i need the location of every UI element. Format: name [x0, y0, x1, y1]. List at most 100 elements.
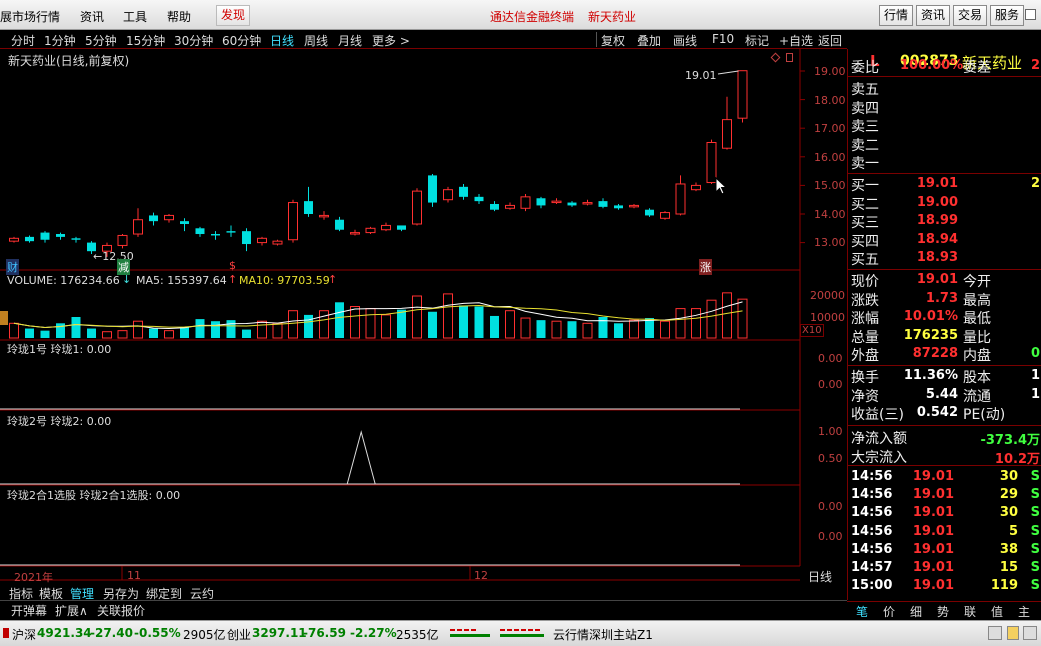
volume-bar: [428, 311, 437, 338]
period-tab[interactable]: 周线: [304, 32, 328, 49]
indicator3-axis-label: 0.00: [818, 500, 843, 513]
quote-tab[interactable]: 势: [937, 603, 949, 620]
indicator3-title: 玲珑2合1选股 玲珑2合1选股: 0.00: [7, 489, 181, 502]
buy-price[interactable]: 18.94: [908, 232, 958, 247]
volume-axis-label: 10000: [810, 311, 845, 324]
window-control-icon[interactable]: [1025, 9, 1036, 20]
tick-direction: S: [1030, 487, 1040, 503]
period-tab[interactable]: 30分钟: [174, 32, 213, 49]
menu-bar: 展市场行情 资讯 工具 帮助 发现 通达信金融终端 新天药业 行情 资讯 交易 …: [0, 0, 1041, 30]
expand-left-icon[interactable]: [0, 311, 8, 325]
buy-price[interactable]: 18.99: [908, 213, 958, 228]
chinext-value[interactable]: 3297.11: [252, 626, 307, 640]
sound-icon[interactable]: [1023, 626, 1037, 640]
candle-body: [551, 200, 562, 204]
price-axis-label: 19.00: [814, 65, 846, 78]
stat-label: PE(动): [963, 407, 1006, 423]
chart-title: 新天药业(日线,前复权): [8, 54, 130, 68]
period-tab[interactable]: 15分钟: [126, 32, 165, 49]
period-more[interactable]: 更多 >: [372, 32, 410, 49]
indicator2-axis-label: 1.00: [818, 425, 843, 438]
menu-tools[interactable]: 工具: [123, 8, 147, 25]
chinext-change: -76.59: [303, 626, 346, 640]
service-button[interactable]: 服务: [990, 5, 1025, 26]
expand-button[interactable]: 扩展∧: [55, 602, 88, 619]
period-tab[interactable]: 60分钟: [222, 32, 261, 49]
volume-bar: [505, 310, 515, 339]
candle-body: [598, 201, 608, 207]
draw-button[interactable]: 画线: [673, 32, 697, 49]
quote-tab[interactable]: 主: [1018, 603, 1030, 620]
kline-chart-area[interactable]: 新天药业(日线,前复权) 19.01 ←12.50 财 减 $ 涨 19.00 …: [0, 49, 847, 600]
menu-news[interactable]: 资讯: [80, 8, 104, 25]
mark-button[interactable]: 标记: [745, 32, 769, 49]
menu-help[interactable]: 帮助: [167, 8, 191, 25]
volume-bar: [660, 320, 670, 339]
buy-price[interactable]: 18.93: [908, 250, 958, 265]
quote-tab[interactable]: 细: [910, 603, 922, 620]
period-toolbar: 分时 1分钟 5分钟 15分钟 30分钟 60分钟 日线 周线 月线 更多 > …: [0, 30, 847, 49]
candle-body: [180, 221, 189, 225]
discover-button[interactable]: 发现: [216, 5, 251, 26]
news-button[interactable]: 资讯: [916, 5, 951, 26]
period-tab[interactable]: 月线: [338, 32, 362, 49]
dollar-marker[interactable]: $: [229, 259, 236, 272]
buy-price[interactable]: 19.01: [908, 176, 958, 191]
f10-button[interactable]: F10: [712, 32, 734, 46]
tick-time: 14:56: [851, 541, 893, 557]
quote-tab[interactable]: 笔: [856, 603, 868, 620]
trade-button[interactable]: 交易: [953, 5, 988, 26]
period-tab-active[interactable]: 日线: [270, 32, 294, 49]
quote-tab[interactable]: 价: [883, 603, 895, 620]
volume-bar: [490, 315, 499, 338]
overlay-button[interactable]: 叠加: [637, 32, 661, 49]
volume-bar: [257, 320, 267, 339]
danmaku-toggle[interactable]: 开弹幕: [11, 602, 47, 619]
sh-sz-value[interactable]: 4921.34: [37, 626, 92, 640]
quote-button[interactable]: 行情: [879, 5, 914, 26]
server-label[interactable]: 云行情深圳主站Z1: [553, 626, 653, 643]
kline-chart[interactable]: [0, 49, 847, 584]
market-breadth-icon: [450, 629, 544, 637]
tick-time: 14:56: [851, 487, 893, 503]
lock-icon[interactable]: [1007, 626, 1019, 640]
volume-bar: [567, 321, 577, 338]
sh-sz-amount: 2905亿: [183, 628, 226, 642]
weicha-label: 委差: [963, 60, 991, 76]
ma10-up-arrow-icon: ↑: [328, 273, 338, 286]
candle-body: [164, 214, 174, 221]
quote-tab[interactable]: 联: [964, 603, 976, 620]
mouse-cursor-icon: [715, 177, 728, 195]
buy-level-label: 买一: [851, 178, 879, 194]
quote-tabs: 笔价细势联值主: [847, 601, 1041, 619]
period-tab[interactable]: 1分钟: [44, 32, 76, 49]
flow-value: -373.4万: [980, 433, 1040, 448]
candle-body: [691, 184, 701, 191]
chart-bottom-toolbar: 指标 模板 管理 另存为 绑定到 云约: [0, 584, 847, 601]
price-axis-label: 14.00: [814, 208, 846, 221]
period-tab[interactable]: 分时: [11, 32, 35, 49]
tick-direction: S: [1030, 505, 1040, 521]
limit-up-marker[interactable]: 涨: [699, 259, 712, 275]
square-icon[interactable]: [786, 53, 793, 62]
volume-bar: [691, 308, 701, 339]
candle-body: [304, 201, 313, 214]
settings-icon[interactable]: [988, 626, 1002, 640]
related-quotes-button[interactable]: 关联报价: [97, 602, 145, 619]
candle-body: [614, 205, 623, 209]
menu-market[interactable]: 展市场行情: [0, 8, 60, 25]
app-title: 通达信金融终端: [490, 10, 575, 24]
volume-bar: [381, 314, 391, 339]
tick-volume: 5: [1008, 523, 1018, 539]
adjust-button[interactable]: 复权: [601, 32, 625, 49]
finance-marker[interactable]: 财: [6, 259, 19, 275]
add-favorite-button[interactable]: +自选: [779, 32, 813, 49]
tick-volume: 15: [999, 560, 1018, 575]
weicha-value: 2: [1030, 58, 1040, 73]
buy-price[interactable]: 19.00: [908, 195, 958, 210]
volume-bar: [211, 321, 220, 338]
candle-body: [722, 119, 732, 149]
quote-tab[interactable]: 值: [991, 603, 1003, 620]
back-button[interactable]: 返回: [818, 32, 842, 49]
period-tab[interactable]: 5分钟: [85, 32, 117, 49]
